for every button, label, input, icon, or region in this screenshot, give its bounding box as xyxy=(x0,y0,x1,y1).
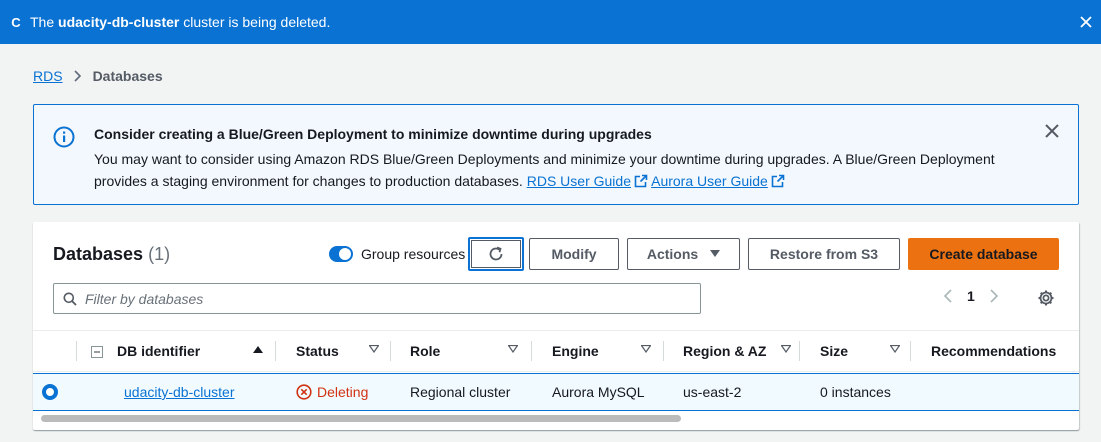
info-body: You may want to consider using Amazon RD… xyxy=(94,151,995,189)
caret-down-icon xyxy=(710,250,721,257)
cell-engine: Aurora MySQL xyxy=(552,384,645,400)
info-title: Consider creating a Blue/Green Deploymen… xyxy=(94,126,652,142)
cell-size: 0 instances xyxy=(820,384,891,400)
sort-icon[interactable] xyxy=(369,345,379,353)
loading-spinner-icon: C xyxy=(11,14,21,30)
cell-region-az: us-east-2 xyxy=(683,384,742,400)
external-link-icon xyxy=(634,174,648,188)
sort-ascending-icon[interactable] xyxy=(253,345,263,353)
flash-notification: C The udacity-db-cluster cluster is bein… xyxy=(0,0,1101,44)
rds-user-guide-link[interactable]: RDS User Guide xyxy=(527,173,631,189)
error-status-icon xyxy=(296,384,312,400)
cell-role: Regional cluster xyxy=(410,384,511,400)
column-divider xyxy=(663,341,664,361)
column-divider xyxy=(390,341,391,361)
filter-databases-input[interactable] xyxy=(85,290,700,307)
modify-button[interactable]: Modify xyxy=(529,238,619,270)
actions-button[interactable]: Actions xyxy=(627,238,740,270)
column-divider xyxy=(910,341,911,361)
table-preferences-button[interactable] xyxy=(1037,289,1055,312)
sort-icon[interactable] xyxy=(890,345,900,353)
column-region-az[interactable]: Region & AZ xyxy=(683,331,803,371)
toggle-label: Group resources xyxy=(361,246,466,262)
filter-databases-input-wrapper[interactable] xyxy=(53,283,701,314)
column-divider xyxy=(275,341,276,361)
group-resources-toggle[interactable]: Group resources xyxy=(329,246,465,262)
refresh-icon xyxy=(489,246,503,261)
column-size[interactable]: Size xyxy=(820,331,910,371)
chevron-right-icon xyxy=(990,289,998,303)
info-icon xyxy=(53,126,75,153)
current-page[interactable]: 1 xyxy=(967,288,975,304)
table-row[interactable]: udacity-db-cluster Deleting Regional clu… xyxy=(33,373,1079,411)
chevron-right-icon xyxy=(71,69,85,83)
status-text: Deleting xyxy=(317,384,369,400)
external-link-icon xyxy=(771,174,785,188)
breadcrumb-rds-link[interactable]: RDS xyxy=(33,68,63,84)
chevron-left-icon xyxy=(943,289,952,303)
previous-page-button[interactable] xyxy=(943,289,953,303)
flash-message: The udacity-db-cluster cluster is being … xyxy=(30,14,331,30)
toggle-switch[interactable] xyxy=(329,246,353,262)
panel-title: Databases (1) xyxy=(53,244,171,264)
create-database-button[interactable]: Create database xyxy=(908,238,1059,270)
aurora-user-guide-link[interactable]: Aurora User Guide xyxy=(651,173,768,189)
cell-status: Deleting xyxy=(296,374,368,410)
column-divider xyxy=(531,341,532,361)
info-alert: Consider creating a Blue/Green Deploymen… xyxy=(33,104,1079,205)
column-db-identifier[interactable]: DB identifier xyxy=(117,331,275,371)
column-role[interactable]: Role xyxy=(410,331,530,371)
column-divider xyxy=(76,341,77,361)
next-page-button[interactable] xyxy=(989,289,999,303)
pagination: 1 xyxy=(943,288,999,304)
restore-from-s3-button[interactable]: Restore from S3 xyxy=(748,238,900,270)
database-count: (1) xyxy=(148,244,171,264)
close-icon xyxy=(1045,124,1059,138)
column-status[interactable]: Status xyxy=(296,331,391,371)
table-header: DB identifier Status Role Engine Region … xyxy=(33,330,1079,372)
databases-panel: Databases (1) Group resources Modify Act… xyxy=(33,222,1079,430)
info-close-button[interactable] xyxy=(1044,123,1060,144)
refresh-button[interactable] xyxy=(468,237,524,271)
breadcrumb: RDS Databases xyxy=(33,68,163,84)
row-select-radio[interactable] xyxy=(42,384,58,400)
horizontal-scrollbar[interactable] xyxy=(41,415,681,422)
flash-close-button[interactable] xyxy=(1071,7,1101,37)
collapse-all-icon[interactable] xyxy=(91,345,103,363)
flash-resource-name: udacity-db-cluster xyxy=(58,14,180,30)
gear-icon xyxy=(1038,290,1054,306)
column-engine[interactable]: Engine xyxy=(552,331,663,371)
sort-icon[interactable] xyxy=(641,345,651,353)
cell-db-identifier: udacity-db-cluster xyxy=(124,374,235,410)
column-divider xyxy=(799,341,800,361)
search-icon xyxy=(63,292,77,306)
breadcrumb-current: Databases xyxy=(92,68,163,84)
sort-icon[interactable] xyxy=(781,345,791,353)
sort-icon[interactable] xyxy=(508,345,518,353)
db-identifier-link[interactable]: udacity-db-cluster xyxy=(124,384,235,400)
close-icon xyxy=(1080,16,1092,28)
column-recommendations[interactable]: Recommendations xyxy=(931,331,1079,371)
